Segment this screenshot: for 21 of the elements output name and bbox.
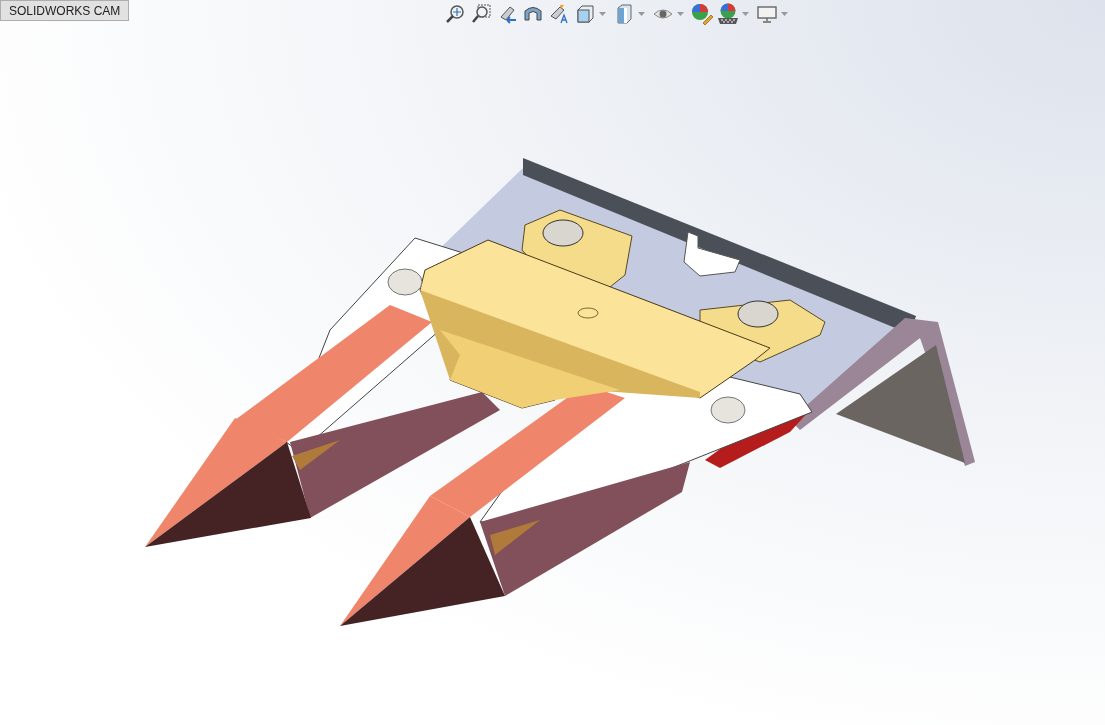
toolbar-button[interactable] <box>717 3 739 25</box>
zoom-area-icon <box>471 4 491 24</box>
toolbar-button[interactable] <box>470 3 492 25</box>
cube-view-icon <box>575 4 595 24</box>
toolbar-button[interactable] <box>548 3 570 25</box>
toolbar-button[interactable] <box>691 3 713 25</box>
dropdown-caret-icon[interactable] <box>677 12 684 16</box>
color-ball-pencil-icon <box>691 3 713 25</box>
solidworks-cam-tab[interactable]: SOLIDWORKS CAM <box>0 0 130 21</box>
dropdown-caret-icon[interactable] <box>638 12 645 16</box>
section-view-icon <box>523 4 543 24</box>
shaded-cube-icon <box>614 4 634 24</box>
zoom-fit-icon <box>445 4 465 24</box>
monitor-icon <box>757 4 777 24</box>
toolbar-button[interactable] <box>574 3 596 25</box>
dropdown-caret-icon[interactable] <box>781 12 788 16</box>
dropdown-caret-icon[interactable] <box>742 12 749 16</box>
dropdown-caret-icon[interactable] <box>599 12 606 16</box>
annotation-binoculars-icon <box>548 4 570 24</box>
toolbar-button[interactable] <box>444 3 466 25</box>
color-ball-scene-icon <box>717 3 739 25</box>
